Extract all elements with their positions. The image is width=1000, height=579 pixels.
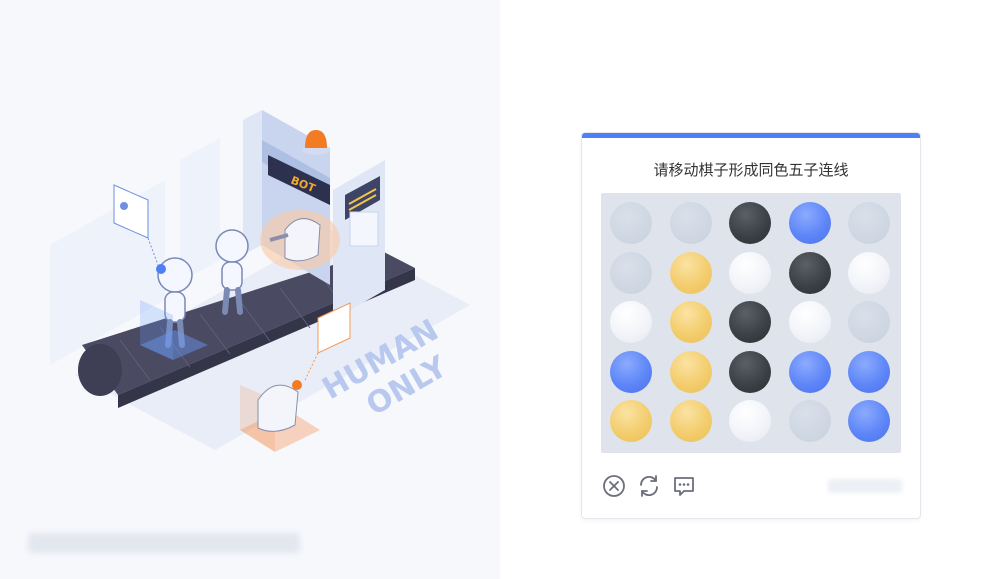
refresh-icon [640,475,658,497]
blue-chess-piece[interactable] [848,350,890,393]
black-chess-piece[interactable] [729,301,771,343]
blurred-brand-logo [828,479,902,493]
blue-chess-piece[interactable] [788,350,831,393]
black-chess-piece[interactable] [788,251,831,294]
captcha-footer [582,456,920,518]
empty-slot[interactable] [848,301,890,343]
white-chess-piece[interactable] [729,251,771,294]
empty-slot[interactable] [669,202,712,244]
empty-slot[interactable] [788,400,831,442]
illustration-pane: BOT HUMAN ONLY [0,0,500,579]
white-chess-piece[interactable] [729,400,771,442]
yellow-chess-piece[interactable] [669,251,712,294]
captcha-instruction: 请移动棋子形成同色五子连线 [653,161,849,179]
black-chess-piece[interactable] [729,350,771,393]
empty-slot[interactable] [848,202,890,244]
blue-chess-piece[interactable] [848,400,890,442]
close-button[interactable] [601,473,627,499]
yellow-chess-piece[interactable] [669,350,712,393]
empty-slot[interactable] [610,202,652,244]
close-circle-icon [603,475,625,497]
captcha-pane: 请移动棋子形成同色五子连线 [500,0,1000,579]
yellow-chess-piece[interactable] [610,400,652,442]
white-chess-piece[interactable] [848,251,890,294]
chess-board [601,193,901,453]
black-chess-piece[interactable] [729,202,771,244]
blue-chess-piece[interactable] [788,202,831,244]
blurred-footer-text [28,533,300,553]
feedback-chat-icon [674,477,694,496]
empty-slot[interactable] [610,251,652,294]
human-only-illustration: BOT HUMAN ONLY [50,110,470,452]
yellow-chess-piece[interactable] [669,400,712,442]
white-chess-piece[interactable] [610,301,652,343]
yellow-chess-piece[interactable] [669,301,712,343]
feedback-button[interactable] [671,473,697,499]
white-chess-piece[interactable] [788,301,831,343]
card-accent-bar [582,133,920,138]
captcha-page: BOT HUMAN ONLY 请移动棋子形成同色五子连线 [0,0,1000,579]
blue-chess-piece[interactable] [610,350,652,393]
captcha-card: 请移动棋子形成同色五子连线 [582,133,920,518]
refresh-button[interactable] [636,473,662,499]
